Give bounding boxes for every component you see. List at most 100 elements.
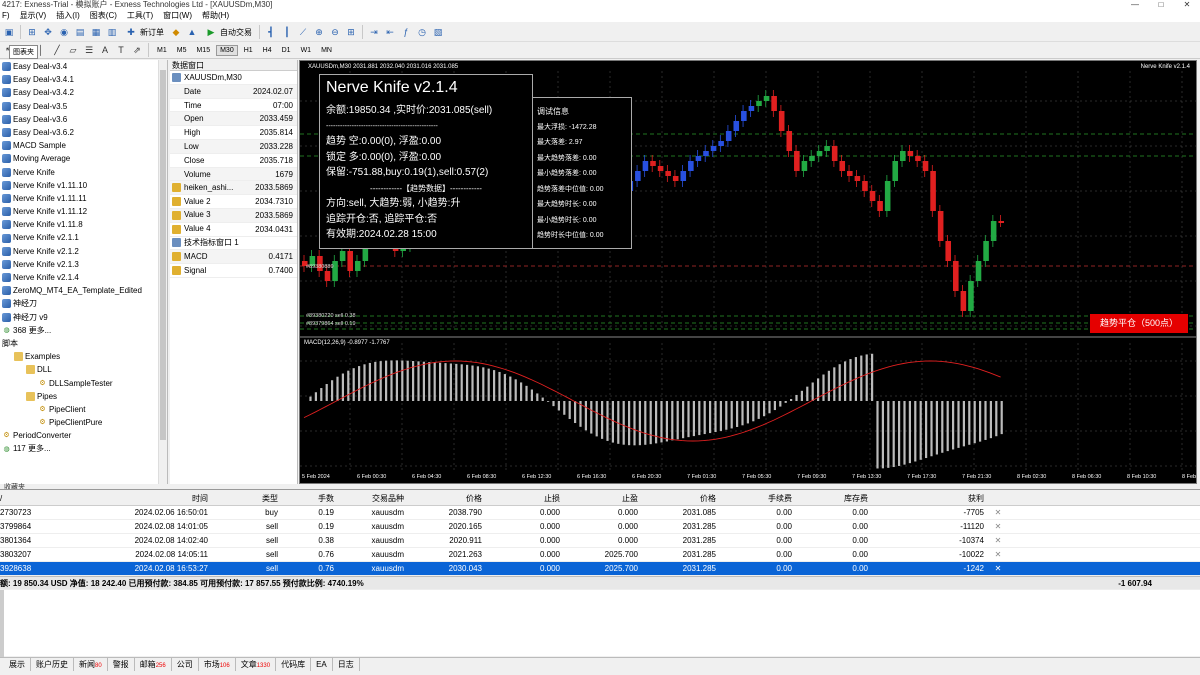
- navigator-item[interactable]: Nerve Knife v2.1.4: [0, 271, 167, 284]
- text-label-icon[interactable]: T: [114, 43, 128, 57]
- navigator-item[interactable]: Easy Deal-v3.5: [0, 100, 167, 113]
- navigator-item[interactable]: Easy Deal-v3.4: [0, 60, 167, 73]
- timeframe-m30[interactable]: M30: [216, 44, 238, 56]
- menu-window[interactable]: 窗口(W): [161, 10, 200, 22]
- timeframe-mn[interactable]: MN: [317, 45, 336, 56]
- close-window-button[interactable]: ✕: [1174, 0, 1200, 10]
- navigator-item[interactable]: ⚙ PeriodConverter: [0, 429, 167, 442]
- trend-close-button[interactable]: 趋势平仓（500点）: [1090, 314, 1188, 333]
- terminal-tab[interactable]: 警报: [108, 658, 135, 671]
- terminal-tab[interactable]: 日志: [333, 658, 360, 671]
- navigator-item[interactable]: Nerve Knife v1.11.11: [0, 192, 167, 205]
- auto-scroll-icon[interactable]: ⇥: [367, 25, 381, 39]
- timeframe-h1[interactable]: H1: [240, 45, 257, 56]
- tester-icon[interactable]: ▥: [105, 25, 119, 39]
- terminal-tab[interactable]: 代码库: [276, 658, 312, 671]
- navigator-item[interactable]: Examples: [0, 350, 167, 363]
- zoom-out-icon[interactable]: ⊖: [328, 25, 342, 39]
- navigator-item[interactable]: ◍ 117 更多...: [0, 442, 167, 455]
- chart-shift-icon[interactable]: ⇤: [383, 25, 397, 39]
- close-order-icon[interactable]: ✕: [988, 548, 1008, 561]
- navigator-scrollbar[interactable]: [158, 60, 167, 484]
- terminal-tab[interactable]: 邮箱256: [135, 658, 172, 671]
- new-order-button[interactable]: ✚ 新订单: [121, 25, 167, 40]
- navigator-item[interactable]: Nerve Knife v1.11.8: [0, 218, 167, 231]
- zoom-in-icon[interactable]: ⊕: [312, 25, 326, 39]
- timeframe-w1[interactable]: W1: [297, 45, 316, 56]
- menu-view[interactable]: 显示(V): [18, 10, 55, 22]
- close-order-icon[interactable]: ✕: [988, 506, 1008, 519]
- column-header-stop-loss[interactable]: 止损: [486, 492, 564, 505]
- navigator-item[interactable]: ◍ 368 更多...: [0, 324, 167, 337]
- navigator-item[interactable]: ZeroMQ_MT4_EA_Template_Edited: [0, 284, 167, 297]
- navigator-item[interactable]: DLL: [0, 363, 167, 376]
- column-header-price[interactable]: 价格: [642, 492, 720, 505]
- timeframe-m5[interactable]: M5: [173, 45, 191, 56]
- close-order-icon[interactable]: ✕: [988, 562, 1008, 575]
- column-header-close[interactable]: [988, 492, 1008, 505]
- timeframe-m1[interactable]: M1: [153, 45, 171, 56]
- timeframe-m15[interactable]: M15: [192, 45, 214, 56]
- menu-help[interactable]: 帮助(H): [200, 10, 237, 22]
- menu-file[interactable]: F): [0, 10, 18, 22]
- terminal-tab[interactable]: 新闻80: [74, 658, 108, 671]
- options-icon[interactable]: ▲: [185, 25, 199, 39]
- periods-icon[interactable]: ◷: [415, 25, 429, 39]
- column-header-swap[interactable]: 库存费: [796, 492, 872, 505]
- bar-chart-icon[interactable]: ┫: [264, 25, 278, 39]
- close-order-icon[interactable]: ✕: [988, 520, 1008, 533]
- auto-trading-button[interactable]: ▶ 自动交易: [201, 25, 255, 40]
- terminal-tab[interactable]: 市场106: [199, 658, 236, 671]
- panel-divider[interactable]: [0, 489, 1200, 490]
- column-header-commission[interactable]: 手续费: [720, 492, 796, 505]
- terminal-tab[interactable]: 展示: [4, 658, 31, 671]
- column-header-profit[interactable]: 获利: [872, 492, 988, 505]
- menu-insert[interactable]: 插入(I): [54, 10, 88, 22]
- new-chart-icon[interactable]: ▣: [2, 25, 16, 39]
- navigator-icon[interactable]: ▤: [73, 25, 87, 39]
- market-watch-icon[interactable]: ◉: [57, 25, 71, 39]
- navigator-item[interactable]: ⚙ PipeClientPure: [0, 416, 167, 429]
- navigator-item[interactable]: Nerve Knife v1.11.12: [0, 205, 167, 218]
- navigator-item[interactable]: 神经刀 v9: [0, 311, 167, 324]
- navigator-item[interactable]: 神经刀: [0, 297, 167, 310]
- fibonacci-icon[interactable]: ☰: [82, 43, 96, 57]
- crosshair-move-icon[interactable]: ✥: [41, 25, 55, 39]
- trade-row[interactable]: 2730723 2024.02.06 16:50:01 buy 0.19 xauusdm…: [0, 506, 1200, 520]
- column-header-lots[interactable]: 手数: [282, 492, 338, 505]
- indicators-icon[interactable]: ƒ: [399, 25, 413, 39]
- navigator-item[interactable]: Nerve Knife: [0, 166, 167, 179]
- timeframe-d1[interactable]: D1: [278, 45, 295, 56]
- trade-row[interactable]: 3803207 2024.02.08 14:05:11 sell 0.76 xauusd…: [0, 548, 1200, 562]
- navigator-item[interactable]: Easy Deal-v3.6.2: [0, 126, 167, 139]
- trade-row[interactable]: 3801364 2024.02.08 14:02:40 sell 0.38 xauusd…: [0, 534, 1200, 548]
- candlestick-icon[interactable]: ┃: [280, 25, 294, 39]
- channel-icon[interactable]: ▱: [66, 43, 80, 57]
- tile-windows-icon[interactable]: ⊞: [344, 25, 358, 39]
- navigator-item[interactable]: 脚本: [0, 337, 167, 350]
- column-header-symbol[interactable]: 交易品种: [338, 492, 408, 505]
- terminal-tab[interactable]: 文章1330: [236, 658, 277, 671]
- navigator-item[interactable]: MACD Sample: [0, 139, 167, 152]
- navigator-item[interactable]: Nerve Knife v2.1.3: [0, 258, 167, 271]
- column-header-ticket[interactable]: /: [0, 492, 60, 505]
- close-order-icon[interactable]: ✕: [988, 534, 1008, 547]
- navigator-item[interactable]: ⚙ PipeClient: [0, 403, 167, 416]
- navigator-item[interactable]: Moving Average: [0, 152, 167, 165]
- trade-row[interactable]: 3928638 2024.02.08 16:53:27 sell 0.76 xauusd…: [0, 562, 1200, 576]
- column-header-open-price[interactable]: 价格: [408, 492, 486, 505]
- profiles-icon[interactable]: ⊞: [25, 25, 39, 39]
- trendline-icon[interactable]: ╱: [50, 43, 64, 57]
- scrollbar-thumb[interactable]: [160, 70, 166, 440]
- terminal-tab[interactable]: EA: [311, 658, 333, 671]
- column-header-take-profit[interactable]: 止盈: [564, 492, 642, 505]
- menu-charts[interactable]: 图表(C): [88, 10, 125, 22]
- terminal-tab[interactable]: 账户历史: [31, 658, 74, 671]
- price-chart[interactable]: XAUUSDm,M30 2031.881 2032.040 2031.016 2…: [299, 60, 1197, 484]
- navigator-item[interactable]: Pipes: [0, 390, 167, 403]
- line-chart-icon[interactable]: ⟋: [296, 25, 310, 39]
- navigator-item[interactable]: Nerve Knife v2.1.1: [0, 231, 167, 244]
- metaeditor-icon[interactable]: ◆: [169, 25, 183, 39]
- timeframe-h4[interactable]: H4: [259, 45, 276, 56]
- arrow-icon[interactable]: ⇗: [130, 43, 144, 57]
